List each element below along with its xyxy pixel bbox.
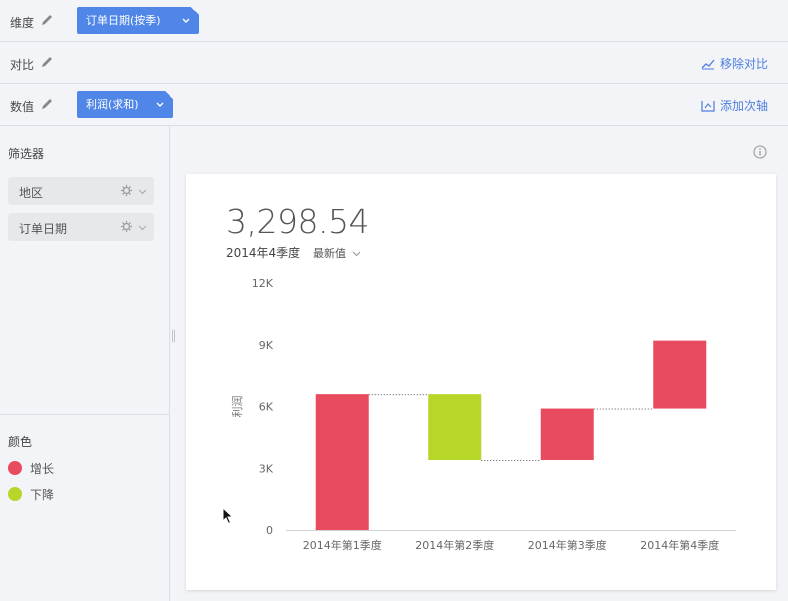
waterfall-bar bbox=[428, 394, 482, 461]
y-tick-label: 9K bbox=[259, 339, 274, 352]
waterfall-bar bbox=[315, 394, 369, 530]
filter-item-order-date[interactable]: 订单日期 bbox=[8, 213, 154, 241]
y-tick-label: 12K bbox=[252, 277, 274, 290]
legend-item-increase: 增长 bbox=[8, 460, 54, 476]
y-tick-label: 3K bbox=[259, 462, 274, 475]
dimension-label: 维度 bbox=[10, 16, 35, 30]
y-tick-label: 6K bbox=[259, 401, 274, 414]
sidebar-divider bbox=[0, 414, 169, 415]
legend-label: 增长 bbox=[30, 461, 55, 476]
gear-icon[interactable] bbox=[120, 184, 133, 197]
chevron-down-icon[interactable] bbox=[155, 100, 165, 110]
cursor-icon bbox=[222, 507, 234, 525]
pencil-icon[interactable] bbox=[40, 55, 54, 69]
dimension-chip[interactable]: 订单日期(按季) bbox=[77, 7, 199, 34]
measure-chip-label: 利润(求和) bbox=[86, 98, 139, 111]
x-tick-label: 2014年第4季度 bbox=[640, 538, 719, 552]
waterfall-bar bbox=[540, 408, 594, 461]
gear-icon[interactable] bbox=[120, 220, 133, 233]
x-tick-label: 2014年第3季度 bbox=[528, 538, 607, 552]
chart-card: 3,298.54 2014年4季度 最新值 0 3K 6K 9K 12K 利润 2014年第… bbox=[186, 174, 776, 590]
remove-compare-button[interactable]: 移除对比 bbox=[701, 55, 768, 72]
sidebar-resize-handle[interactable] bbox=[172, 330, 175, 342]
x-tick-label: 2014年第2季度 bbox=[415, 538, 494, 552]
measure-chip[interactable]: 利润(求和) bbox=[77, 91, 173, 118]
x-tick-label: 2014年第1季度 bbox=[303, 538, 382, 552]
filter-item-label: 地区 bbox=[19, 186, 44, 200]
remove-compare-label: 移除对比 bbox=[719, 57, 768, 71]
y-tick-label: 0 bbox=[266, 524, 273, 537]
measure-label: 数值 bbox=[10, 100, 35, 114]
chevron-down-icon[interactable] bbox=[138, 223, 147, 232]
color-title: 颜色 bbox=[8, 435, 33, 449]
legend-swatch bbox=[8, 487, 22, 501]
legend-item-decrease: 下降 bbox=[8, 486, 54, 502]
dimension-chip-label: 订单日期(按季) bbox=[86, 14, 161, 27]
waterfall-bar bbox=[653, 340, 707, 409]
add-secondary-axis-label: 添加次轴 bbox=[719, 99, 768, 113]
filter-item-label: 订单日期 bbox=[19, 222, 68, 236]
chevron-down-icon[interactable] bbox=[181, 16, 191, 26]
compare-row: 对比 移除对比 bbox=[0, 42, 788, 84]
filter-title: 筛选器 bbox=[8, 147, 45, 161]
pencil-icon[interactable] bbox=[40, 97, 54, 111]
chevron-down-icon[interactable] bbox=[138, 187, 147, 196]
info-icon[interactable] bbox=[753, 145, 767, 159]
waterfall-chart: 0 3K 6K 9K 12K 利润 2014年第1季度 2014年第2季度 2014年第3季度 2… bbox=[230, 277, 736, 552]
add-secondary-axis-button[interactable]: 添加次轴 bbox=[701, 97, 768, 114]
remove-compare-icon bbox=[701, 59, 715, 69]
legend-swatch bbox=[8, 461, 22, 475]
filter-item-region[interactable]: 地区 bbox=[8, 177, 154, 205]
y-axis-label: 利润 bbox=[230, 396, 244, 418]
compare-label: 对比 bbox=[10, 58, 35, 72]
dimension-row: 维度 订单日期(按季) bbox=[0, 0, 788, 42]
legend-label: 下降 bbox=[30, 487, 55, 502]
sidebar: 筛选器 地区 订单日期 颜色 增长 下降 bbox=[0, 126, 170, 601]
secondary-axis-icon bbox=[701, 100, 715, 112]
measure-row: 数值 利润(求和) 添加次轴 bbox=[0, 84, 788, 126]
pencil-icon[interactable] bbox=[40, 13, 54, 27]
